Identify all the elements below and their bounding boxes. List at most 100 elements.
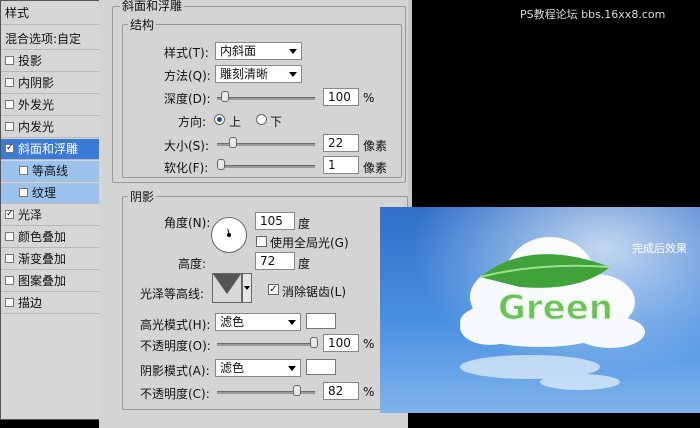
style-item-label: 描边 [18, 296, 43, 310]
style-checkbox[interactable] [19, 166, 28, 175]
style-item-6[interactable]: 纹理 [1, 183, 99, 204]
chevron-down-icon [289, 72, 297, 77]
altitude-input[interactable]: 72 [255, 252, 295, 270]
style-checkbox[interactable] [5, 298, 14, 307]
style-item-11[interactable]: 描边 [1, 293, 99, 314]
shadow-opacity-label: 不透明度(C): [140, 387, 210, 401]
style-checkbox[interactable] [5, 254, 14, 263]
shadow-opacity-unit: % [363, 385, 375, 399]
highlight-mode-label: 高光模式(H): [140, 318, 211, 332]
preview-artwork: Green [380, 207, 700, 413]
soften-slider[interactable] [217, 165, 315, 168]
style-item-label: 内发光 [18, 120, 55, 134]
gloss-contour-dropdown[interactable] [242, 273, 252, 303]
style-select[interactable]: 内斜面 [215, 42, 302, 60]
style-checkbox[interactable] [5, 56, 14, 65]
structure-legend: 结构 [128, 16, 157, 33]
depth-unit: % [363, 91, 375, 105]
highlight-color-swatch[interactable] [306, 313, 336, 329]
angle-unit: 度 [298, 217, 311, 231]
soften-input[interactable]: 1 [323, 156, 359, 174]
style-item-4[interactable]: ✓ 斜面和浮雕 [1, 139, 99, 160]
style-item-label: 等高线 [32, 164, 69, 178]
style-item-label: 外发光 [18, 98, 55, 112]
contour-shape-icon [213, 274, 241, 302]
method-select-value: 雕刻清晰 [220, 67, 269, 81]
highlight-opacity-input[interactable]: 100 [323, 334, 359, 352]
size-slider-handle[interactable] [229, 137, 237, 148]
direction-label: 方向: [178, 115, 207, 129]
global-light-label: 使用全局光(G) [270, 236, 349, 250]
altitude-label: 高度: [178, 257, 207, 271]
highlight-opacity-unit: % [363, 337, 375, 351]
style-checkbox[interactable] [5, 232, 14, 241]
soften-slider-handle[interactable] [217, 159, 225, 170]
angle-dial-needle [227, 228, 230, 236]
direction-down-radio[interactable] [256, 114, 267, 125]
blend-options-item[interactable]: 混合选项:自定 [1, 29, 99, 50]
style-checkbox[interactable] [5, 122, 14, 131]
highlight-mode-value: 滤色 [220, 315, 245, 329]
depth-input[interactable]: 100 [323, 88, 359, 106]
angle-label: 角度(N): [164, 216, 211, 230]
method-select[interactable]: 雕刻清晰 [215, 65, 302, 83]
altitude-unit: 度 [298, 257, 311, 271]
antialias-label: 消除锯齿(L) [282, 285, 347, 299]
style-item-label: 光泽 [18, 208, 43, 222]
method-label: 方法(Q): [164, 69, 211, 83]
style-item-9[interactable]: 渐变叠加 [1, 249, 99, 270]
global-light-checkbox[interactable] [256, 236, 267, 247]
shadow-opacity-input[interactable]: 82 [323, 382, 359, 400]
gloss-contour-picker[interactable] [212, 273, 242, 303]
style-item-label: 图案叠加 [18, 274, 67, 288]
style-item-10[interactable]: 图案叠加 [1, 271, 99, 292]
depth-label: 深度(D): [164, 92, 211, 106]
soften-label: 软化(F): [164, 161, 209, 175]
direction-up-label: 上 [229, 115, 242, 129]
shadow-opacity-handle[interactable] [293, 385, 301, 396]
style-item-2[interactable]: 外发光 [1, 95, 99, 116]
styles-header[interactable]: 样式 [1, 1, 99, 25]
dialog-title: 斜面和浮雕 [120, 0, 185, 14]
style-item-7[interactable]: ✓ 光泽 [1, 205, 99, 226]
chevron-down-icon [244, 286, 250, 290]
soften-unit: 像素 [363, 161, 388, 175]
shadow-mode-select[interactable]: 滤色 [215, 359, 301, 377]
style-checkbox[interactable]: ✓ [5, 210, 14, 219]
highlight-mode-select[interactable]: 滤色 [215, 313, 301, 331]
preview-caption: 完成后效果 [632, 242, 687, 255]
depth-slider[interactable] [217, 97, 315, 100]
gloss-contour-label: 光泽等高线: [140, 287, 205, 301]
style-checkbox[interactable] [5, 276, 14, 285]
shadow-color-swatch[interactable] [306, 359, 336, 375]
styles-title: 样式 [5, 6, 30, 20]
style-item-8[interactable]: 颜色叠加 [1, 227, 99, 248]
style-checkbox[interactable] [5, 100, 14, 109]
angle-dial[interactable] [211, 217, 247, 253]
style-item-3[interactable]: 内发光 [1, 117, 99, 138]
depth-slider-handle[interactable] [221, 91, 229, 102]
style-item-5[interactable]: 等高线 [1, 161, 99, 182]
direction-down-label: 下 [270, 115, 283, 129]
shadow-mode-label: 阴影模式(A): [140, 364, 210, 378]
chevron-down-icon [288, 320, 296, 325]
style-checkbox[interactable]: ✓ [5, 144, 14, 153]
style-item-label: 纹理 [32, 186, 57, 200]
style-checkbox[interactable] [19, 188, 28, 197]
style-item-label: 投影 [18, 54, 43, 68]
direction-up-radio[interactable] [214, 114, 225, 125]
style-item-0[interactable]: 投影 [1, 51, 99, 72]
chevron-down-icon [288, 366, 296, 371]
styles-panel: 样式 混合选项:自定 投影内阴影外发光内发光 ✓ 斜面和浮雕等高线纹理 ✓ 光泽颜色叠加… [0, 0, 100, 420]
size-input[interactable]: 22 [323, 134, 359, 152]
style-item-1[interactable]: 内阴影 [1, 73, 99, 94]
dialog-edge [408, 0, 412, 210]
highlight-opacity-slider[interactable] [217, 343, 315, 346]
size-label: 大小(S): [164, 139, 210, 153]
style-select-value: 内斜面 [220, 44, 257, 58]
antialias-checkbox[interactable]: ✓ [268, 284, 279, 295]
style-checkbox[interactable] [5, 78, 14, 87]
angle-input[interactable]: 105 [255, 212, 295, 230]
highlight-opacity-handle[interactable] [310, 337, 318, 348]
style-item-label: 斜面和浮雕 [18, 142, 79, 156]
